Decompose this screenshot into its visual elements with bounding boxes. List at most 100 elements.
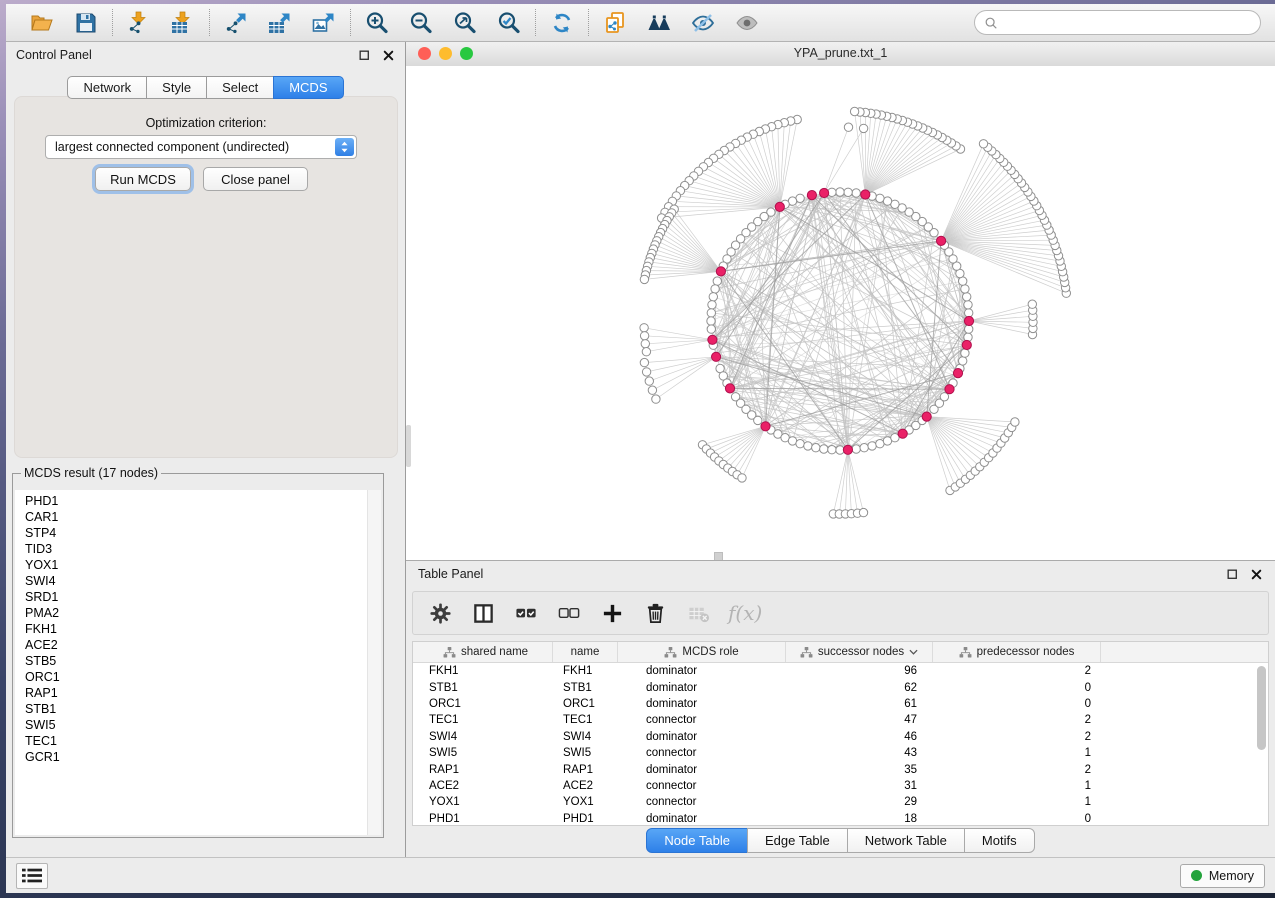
float-panel-button[interactable] xyxy=(358,49,371,62)
delete-row-button[interactable] xyxy=(642,600,668,626)
panel-divider-handle[interactable] xyxy=(406,425,411,467)
cell: SWI5 xyxy=(553,747,618,759)
network-canvas[interactable] xyxy=(406,66,1275,560)
table-row[interactable]: PHD1PHD1dominator180 xyxy=(413,811,1268,826)
first-neighbors-button[interactable] xyxy=(646,10,672,36)
mcds-result-item[interactable]: YOX1 xyxy=(15,557,381,573)
list-scrollbar[interactable] xyxy=(367,490,381,835)
show-details-button[interactable] xyxy=(734,10,760,36)
tab-select[interactable]: Select xyxy=(206,76,274,99)
search-input[interactable] xyxy=(1004,15,1251,31)
show-details-icon xyxy=(735,11,759,35)
table-scrollbar-thumb[interactable] xyxy=(1257,666,1266,750)
zoom-in-button[interactable] xyxy=(364,10,390,36)
mcds-result-item[interactable]: RAP1 xyxy=(15,685,381,701)
cell: dominator xyxy=(618,764,786,776)
column-header-MCDS-role[interactable]: MCDS role xyxy=(618,642,786,662)
refresh-view-button[interactable] xyxy=(549,10,575,36)
tab-network[interactable]: Network xyxy=(67,76,147,99)
table-row[interactable]: YOX1YOX1connector291 xyxy=(413,794,1268,810)
run-mcds-button[interactable]: Run MCDS xyxy=(95,167,191,191)
mcds-result-item[interactable]: TEC1 xyxy=(15,733,381,749)
table-row[interactable]: STB1STB1dominator620 xyxy=(413,679,1268,695)
mcds-result-item[interactable]: STP4 xyxy=(15,525,381,541)
column-header-shared-name[interactable]: shared name xyxy=(419,642,553,662)
mcds-result-item[interactable]: STB1 xyxy=(15,701,381,717)
cell: SWI5 xyxy=(419,747,553,759)
tab-mcds[interactable]: MCDS xyxy=(273,76,343,99)
float-icon xyxy=(358,49,371,62)
close-panel-button[interactable] xyxy=(382,49,395,62)
mcds-result-item[interactable]: STB5 xyxy=(15,653,381,669)
open-file-button[interactable] xyxy=(29,10,55,36)
mcds-result-item[interactable]: ACE2 xyxy=(15,637,381,653)
add-row-button[interactable] xyxy=(599,600,625,626)
network-graph[interactable] xyxy=(406,66,1275,560)
cell: 47 xyxy=(786,714,933,726)
columns-button[interactable] xyxy=(470,600,496,626)
hide-details-button[interactable] xyxy=(690,10,716,36)
mcds-result-item[interactable]: SRD1 xyxy=(15,589,381,605)
tab-style[interactable]: Style xyxy=(146,76,207,99)
float-table-panel-button[interactable] xyxy=(1226,568,1239,581)
zoom-fit-button[interactable] xyxy=(452,10,478,36)
mcds-result-item[interactable]: PHD1 xyxy=(15,493,381,509)
memory-button[interactable]: Memory xyxy=(1180,864,1265,888)
table-row[interactable]: ACE2ACE2connector311 xyxy=(413,778,1268,794)
task-history-button[interactable] xyxy=(16,863,48,889)
search-icon xyxy=(984,16,998,30)
export-network-button[interactable] xyxy=(223,10,249,36)
table-row[interactable]: SWI4SWI4dominator462 xyxy=(413,729,1268,745)
column-header-successor-nodes[interactable]: successor nodes xyxy=(786,642,933,662)
mcds-result-item[interactable]: SWI5 xyxy=(15,717,381,733)
tab-network-table[interactable]: Network Table xyxy=(847,828,965,853)
export-table-button[interactable] xyxy=(267,10,293,36)
table-row[interactable]: ORC1ORC1dominator610 xyxy=(413,696,1268,712)
select-all-button[interactable] xyxy=(513,600,539,626)
mcds-result-item[interactable]: TID3 xyxy=(15,541,381,557)
cell: dominator xyxy=(618,813,786,825)
mcds-result-item[interactable]: GCR1 xyxy=(15,749,381,765)
mcds-result-item[interactable]: SWI4 xyxy=(15,573,381,589)
zoom-selected-button[interactable] xyxy=(496,10,522,36)
optimization-criterion-select[interactable]: largest connected component (undirected) xyxy=(45,135,357,159)
tab-edge-table[interactable]: Edge Table xyxy=(747,828,848,853)
zoom-out-button[interactable] xyxy=(408,10,434,36)
close-table-panel-button[interactable] xyxy=(1250,568,1263,581)
cell: STB1 xyxy=(419,682,553,694)
table-row[interactable]: RAP1RAP1dominator352 xyxy=(413,761,1268,777)
cell: RAP1 xyxy=(419,764,553,776)
optimization-criterion-value: largest connected component (undirected) xyxy=(55,140,289,154)
save-session-button[interactable] xyxy=(73,10,99,36)
close-mcds-panel-button[interactable]: Close panel xyxy=(203,167,308,191)
table-row[interactable]: FKH1FKH1dominator962 xyxy=(413,663,1268,679)
column-header-predecessor-nodes[interactable]: predecessor nodes xyxy=(933,642,1101,662)
zoom-selected-icon xyxy=(497,11,521,35)
float-icon xyxy=(1226,568,1239,581)
copy-network-button[interactable] xyxy=(602,10,628,36)
table-row[interactable]: TEC1TEC1connector472 xyxy=(413,712,1268,728)
attribute-icon xyxy=(959,647,972,658)
mcds-result-item[interactable]: CAR1 xyxy=(15,509,381,525)
memory-status-icon xyxy=(1191,870,1202,881)
tab-motifs[interactable]: Motifs xyxy=(964,828,1035,853)
export-image-button[interactable] xyxy=(311,10,337,36)
deselect-all-button[interactable] xyxy=(556,600,582,626)
sort-desc-icon xyxy=(909,649,918,655)
column-header-name[interactable]: name xyxy=(553,642,618,662)
mcds-result-item[interactable]: ORC1 xyxy=(15,669,381,685)
cell: 29 xyxy=(786,796,933,808)
settings-button[interactable] xyxy=(427,600,453,626)
tab-node-table[interactable]: Node Table xyxy=(646,828,748,853)
table-row[interactable]: SWI5SWI5connector431 xyxy=(413,745,1268,761)
cell: SWI4 xyxy=(419,731,553,743)
mcds-result-item[interactable]: PMA2 xyxy=(15,605,381,621)
export-network-icon xyxy=(224,11,248,35)
mcds-result-item[interactable]: FKH1 xyxy=(15,621,381,637)
cell: STB1 xyxy=(553,682,618,694)
import-table-button[interactable] xyxy=(170,10,196,36)
cell: FKH1 xyxy=(553,665,618,677)
cell: PHD1 xyxy=(419,813,553,825)
mcds-result-group: MCDS result (17 nodes) PHD1CAR1STP4TID3Y… xyxy=(12,466,384,838)
import-network-button[interactable] xyxy=(126,10,152,36)
